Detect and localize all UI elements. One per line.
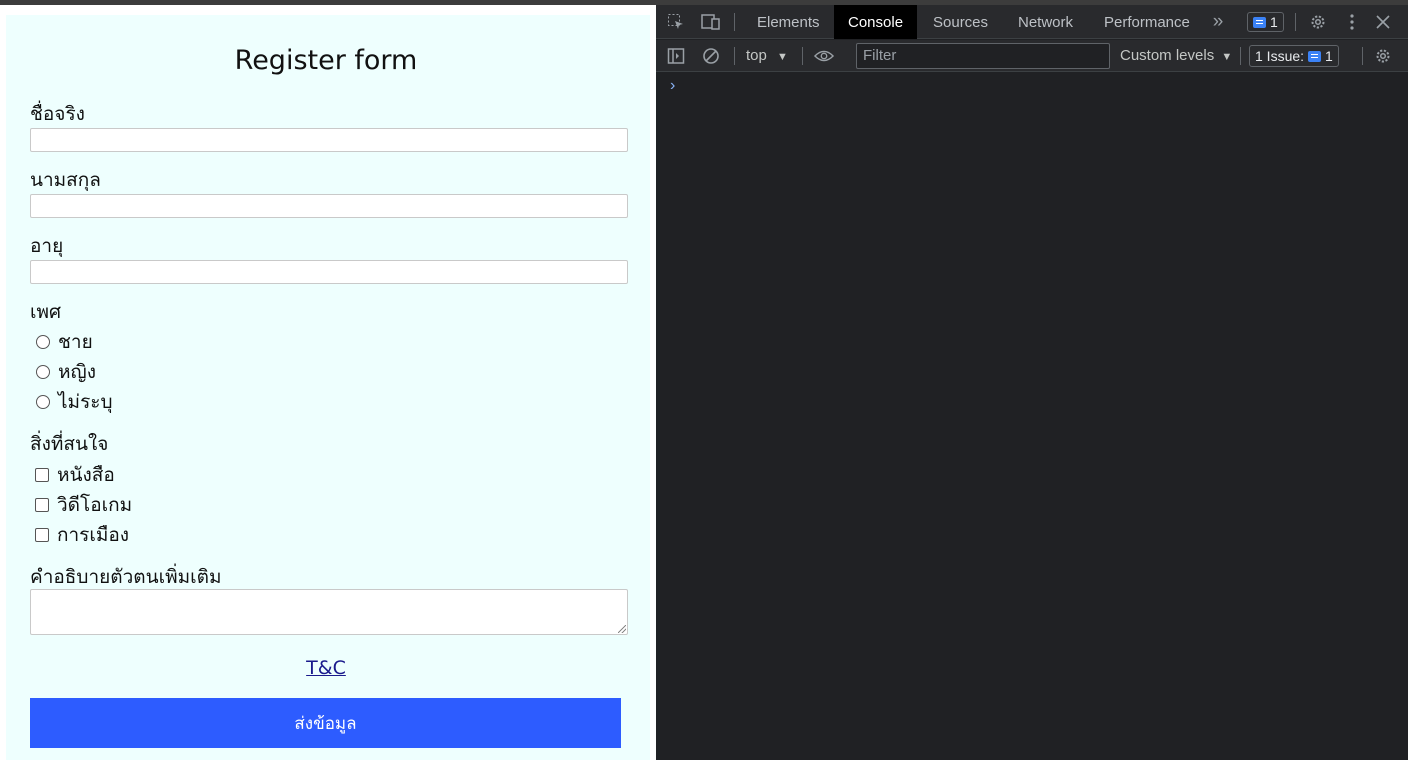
last-name-input[interactable] xyxy=(30,194,628,218)
checkbox[interactable] xyxy=(35,468,49,482)
live-expression-eye-icon[interactable] xyxy=(814,46,834,66)
console-prompt-icon[interactable]: › xyxy=(670,77,675,95)
interest-option-label: หนังสือ xyxy=(57,464,115,486)
radio-button[interactable] xyxy=(36,365,50,379)
interest-option-label: วิดีโอเกม xyxy=(57,494,133,516)
clear-console-icon[interactable] xyxy=(701,46,721,66)
divider xyxy=(1295,13,1296,31)
devtools-tab-bar: Elements Console Sources Network Perform… xyxy=(656,5,1408,39)
context-select[interactable]: top ▼ xyxy=(746,47,788,64)
console-toolbar: top ▼ Filter Custom levels ▼ 1 Issue: 1 xyxy=(656,40,1408,72)
gender-label: เพศ xyxy=(30,301,62,323)
submit-button[interactable]: ส่งข้อมูล xyxy=(30,698,621,748)
divider xyxy=(734,47,735,65)
close-icon[interactable] xyxy=(1373,12,1393,32)
context-value: top xyxy=(746,47,767,64)
issues-label: 1 Issue: xyxy=(1255,48,1305,64)
issues-count: 1 xyxy=(1325,48,1333,64)
register-form: Register form ชื่อจริง นามสกุล อายุ เพศ … xyxy=(6,15,650,760)
divider xyxy=(802,47,803,65)
terms-link-text[interactable]: T&C xyxy=(306,657,346,679)
first-name-label: ชื่อจริง xyxy=(30,103,85,125)
device-toolbar-icon[interactable] xyxy=(701,12,721,32)
radio-button[interactable] xyxy=(36,395,50,409)
web-page: Register form ชื่อจริง นามสกุล อายุ เพศ … xyxy=(0,5,656,760)
tab-network[interactable]: Network xyxy=(1004,5,1087,39)
radio-button[interactable] xyxy=(36,335,50,349)
last-name-label: นามสกุล xyxy=(30,169,101,191)
log-levels-dropdown[interactable]: Custom levels ▼ xyxy=(1120,47,1232,64)
checkbox[interactable] xyxy=(35,498,49,512)
chevron-down-icon: ▼ xyxy=(1221,51,1233,63)
divider xyxy=(1362,47,1363,65)
more-tabs-icon[interactable]: » xyxy=(1208,11,1228,32)
tab-performance[interactable]: Performance xyxy=(1090,5,1204,39)
gender-option-female[interactable]: หญิง xyxy=(36,357,96,387)
checkbox[interactable] xyxy=(35,528,49,542)
messages-count: 1 xyxy=(1270,14,1278,30)
divider xyxy=(1240,47,1241,65)
message-icon xyxy=(1253,16,1266,28)
description-textarea[interactable] xyxy=(30,589,628,635)
gender-option-label: ไม่ระบุ xyxy=(58,391,113,413)
page-title: Register form xyxy=(234,45,418,76)
tab-sources[interactable]: Sources xyxy=(919,5,1002,39)
description-label: คำอธิบายตัวตนเพิ่มเติม xyxy=(30,566,222,588)
gender-option-unspecified[interactable]: ไม่ระบุ xyxy=(36,387,113,417)
filter-input[interactable]: Filter xyxy=(856,43,1110,69)
interests-label: สิ่งที่สนใจ xyxy=(30,433,109,455)
tab-console[interactable]: Console xyxy=(834,5,918,39)
issue-icon xyxy=(1308,50,1322,62)
tab-elements[interactable]: Elements xyxy=(743,5,834,39)
settings-gear-icon[interactable] xyxy=(1308,12,1328,32)
messages-badge[interactable]: 1 xyxy=(1247,12,1284,32)
interest-option-books[interactable]: หนังสือ xyxy=(35,460,115,490)
sidebar-toggle-icon[interactable] xyxy=(666,46,686,66)
gender-option-male[interactable]: ชาย xyxy=(36,327,93,357)
gender-option-label: หญิง xyxy=(58,361,96,383)
interest-option-label: การเมือง xyxy=(57,524,130,546)
log-levels-label: Custom levels xyxy=(1120,47,1215,64)
age-input[interactable] xyxy=(30,260,628,284)
chevron-down-icon: ▼ xyxy=(777,51,788,63)
inspect-element-icon[interactable] xyxy=(666,12,686,32)
interest-option-videogames[interactable]: วิดีโอเกม xyxy=(35,490,132,520)
first-name-input[interactable] xyxy=(30,128,628,152)
issues-button[interactable]: 1 Issue: 1 xyxy=(1249,45,1339,67)
resize-handle-icon[interactable] xyxy=(618,625,626,633)
console-settings-gear-icon[interactable] xyxy=(1373,46,1393,66)
devtools-panel: Elements Console Sources Network Perform… xyxy=(656,5,1408,760)
divider xyxy=(734,13,735,31)
gender-option-label: ชาย xyxy=(58,331,93,353)
more-options-icon[interactable] xyxy=(1342,12,1362,32)
interest-option-politics[interactable]: การเมือง xyxy=(35,520,129,550)
age-label: อายุ xyxy=(30,235,64,257)
terms-link[interactable]: T&C xyxy=(6,657,646,679)
